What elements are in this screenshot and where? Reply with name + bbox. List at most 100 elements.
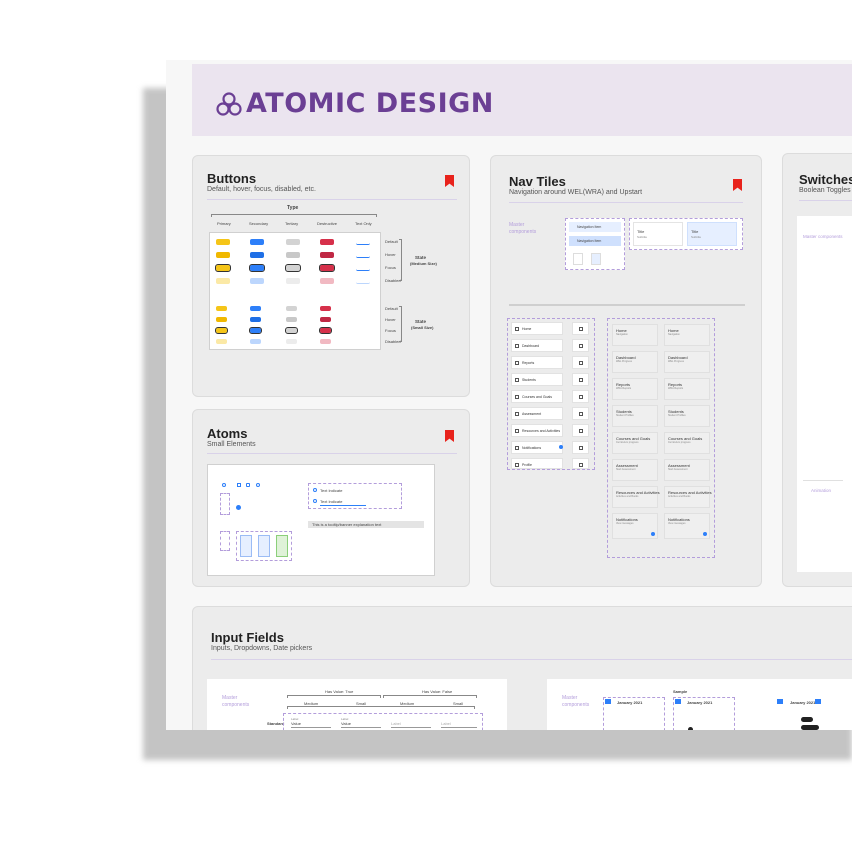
bookmark-icon[interactable] [733,179,742,191]
nav-tile-notifications-hover[interactable]: Notifications View messages [664,513,710,539]
bookmark-icon[interactable] [445,175,454,187]
assessment-icon [515,412,519,416]
secondary-small-focus[interactable] [249,327,262,334]
title-tile[interactable]: Title Subtitle [633,222,683,246]
nav-tile-assessment-hover[interactable]: Assessment Start Assessment [664,459,710,481]
nav-icon-tile-selected[interactable] [591,253,601,265]
nav-item-resources[interactable]: Resources and Activities [511,424,563,437]
title-tile-selected[interactable]: Title Subtitle [687,222,737,246]
nav-tile-courses-hover[interactable]: Courses and Goals Curriculum progress [664,432,710,454]
card-state-selected[interactable] [276,535,288,557]
buttons-card[interactable]: Buttons Default, hover, focus, disabled,… [192,155,470,397]
reports-icon [579,361,583,365]
checkbox-icon[interactable] [237,483,241,487]
nav-item-courses[interactable]: Courses and Goals [511,390,563,403]
destructive-button-default[interactable] [320,239,334,245]
destructive-small-hover[interactable] [320,317,331,322]
calendar-prev-button[interactable] [675,699,681,704]
nav-icon-students[interactable] [572,373,589,386]
tertiary-small-focus[interactable] [285,327,298,334]
primary-small-default[interactable] [216,306,227,311]
nav-item-label: Home [522,327,532,331]
nav-tile-reports-hover[interactable]: Reports WRA Reports [664,378,710,400]
nav-icon-dashboard[interactable] [572,339,589,352]
nav-item-notifications[interactable]: Notifications [511,441,563,454]
primary-button-hover[interactable] [216,252,230,258]
bookmark-icon[interactable] [445,430,454,442]
text-button-hover[interactable] [356,252,370,258]
nav-item-master-row[interactable]: Navigation Item [569,222,621,232]
nav-tile-assessment[interactable]: Assessment Start Assessment [612,459,658,481]
nav-item-assessment[interactable]: Assessment [511,407,563,420]
input-fields-card[interactable]: Input Fields Inputs, Dropdowns, Date pic… [192,606,852,730]
nav-icon-reports[interactable] [572,356,589,369]
primary-button-focus[interactable] [215,264,231,272]
destructive-small-focus[interactable] [319,327,332,334]
tertiary-small-hover[interactable] [286,317,297,322]
secondary-button-focus[interactable] [249,264,265,272]
primary-button-default[interactable] [216,239,230,245]
destructive-button-hover[interactable] [320,252,334,258]
nav-tile-students[interactable]: Students Student Profiles [612,405,658,427]
nav-tiles-card[interactable]: Nav Tiles Navigation around WEL(WRA) and… [490,155,762,587]
primary-small-hover[interactable] [216,317,227,322]
nav-tile-dashboard[interactable]: Dashboard WEL Progress [612,351,658,373]
secondary-button-default[interactable] [250,239,264,245]
nav-icon-resources[interactable] [572,424,589,437]
nav-icon-profile[interactable] [572,458,589,469]
nav-item-master-row-selected[interactable]: Navigation Item [569,236,621,246]
atoms-card-title: Atoms [207,426,248,441]
nav-item-students[interactable]: Students [511,373,563,386]
nav-item-dashboard[interactable]: Dashboard [511,339,563,352]
calendar-prev-button[interactable] [605,699,611,704]
switches-card[interactable]: Switches Boolean Toggles Master componen… [782,153,852,587]
primary-small-focus[interactable] [215,327,228,334]
nav-tile-reports[interactable]: Reports WRA Reports [612,378,658,400]
destructive-small-default[interactable] [320,306,331,311]
nav-icon-home[interactable] [572,322,589,335]
text-input-small[interactable] [341,727,381,728]
card-state-hover[interactable] [258,535,270,557]
nav-tile-resources-hover[interactable]: Resources and Activities Activities and B… [664,486,712,508]
secondary-small-hover[interactable] [250,317,261,322]
calendar-next-button[interactable] [815,699,821,704]
text-input-empty-small[interactable] [441,727,477,728]
atom-cluster-icon [216,92,242,116]
nav-tile-home[interactable]: Home Navigation [612,324,658,346]
radio-icon[interactable] [222,483,226,487]
nav-icon-assessment[interactable] [572,407,589,420]
toggle-icon[interactable] [246,483,250,487]
nav-tile-home-hover[interactable]: Home Navigation [664,324,710,346]
tile-subtitle: Navigation [668,333,680,336]
nav-icon-notifications[interactable] [572,441,589,454]
card-state-default[interactable] [240,535,252,557]
title-tile-master: Title Subtitle Title Subtitle [629,218,743,250]
tertiary-small-default[interactable] [286,306,297,311]
text-input-empty-medium[interactable] [391,727,431,728]
calendar-selected-day[interactable] [688,727,693,730]
calendar-range-selection[interactable] [801,725,819,730]
tertiary-button-default[interactable] [286,239,300,245]
secondary-small-default[interactable] [250,306,261,311]
nav-item-profile[interactable]: Profile [511,458,563,469]
secondary-button-hover[interactable] [250,252,264,258]
nav-icon-tile[interactable] [573,253,583,265]
nav-tile-notifications[interactable]: Notifications View messages [612,513,658,539]
nav-item-home[interactable]: Home [511,322,563,335]
nav-tile-dashboard-hover[interactable]: Dashboard WEL Progress [664,351,710,373]
refresh-icon[interactable] [256,483,260,487]
destructive-button-focus[interactable] [319,264,335,272]
nav-item-reports[interactable]: Reports [511,356,563,369]
nav-tile-resources[interactable]: Resources and Activities Activities and B… [612,486,660,508]
text-input-medium[interactable] [291,727,331,728]
atoms-card[interactable]: Atoms Small Elements Text Indicate Text … [192,409,470,587]
nav-tile-courses[interactable]: Courses and Goals Curriculum progress [612,432,658,454]
nav-icon-courses[interactable] [572,390,589,403]
calendar-prev-button[interactable] [777,699,783,704]
tertiary-button-hover[interactable] [286,252,300,258]
text-button-default[interactable] [356,239,370,245]
tertiary-button-focus[interactable] [285,264,301,272]
nav-tile-students-hover[interactable]: Students Student Profiles [664,405,710,427]
calendar-range-selection[interactable] [801,717,813,722]
text-button-focus[interactable] [356,265,370,271]
